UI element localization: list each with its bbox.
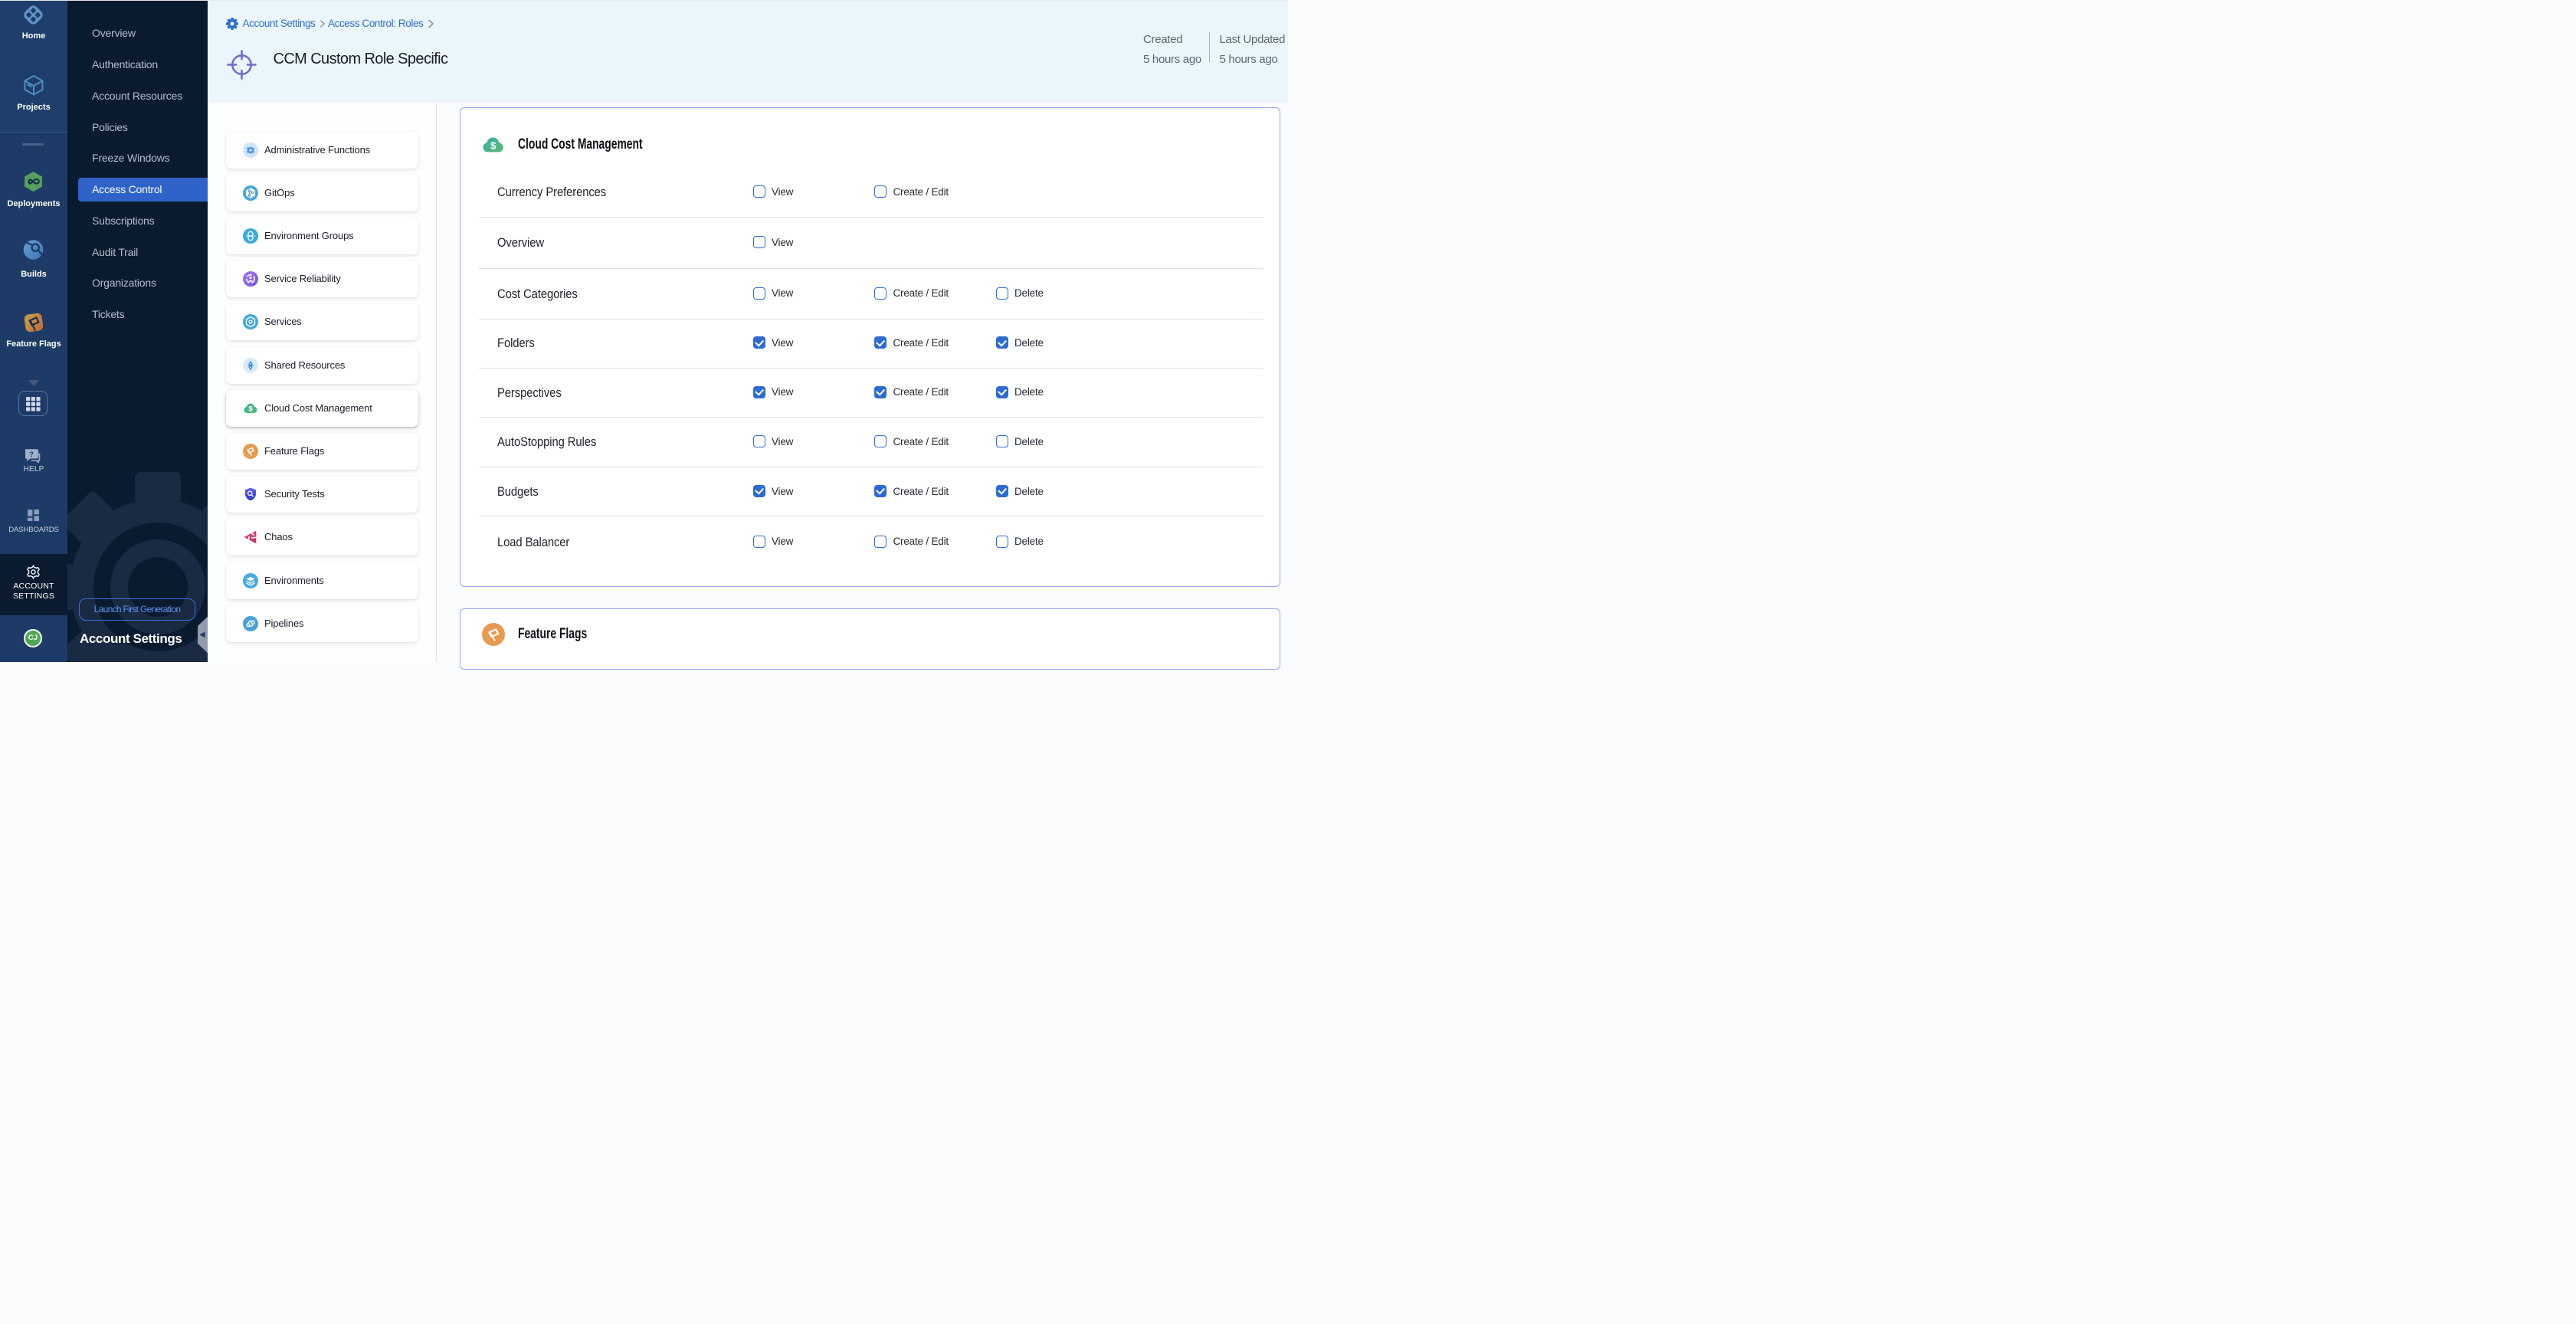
svg-text:?: ? (29, 451, 34, 459)
svg-text:$: $ (248, 405, 253, 413)
svg-text:$: $ (490, 140, 497, 152)
